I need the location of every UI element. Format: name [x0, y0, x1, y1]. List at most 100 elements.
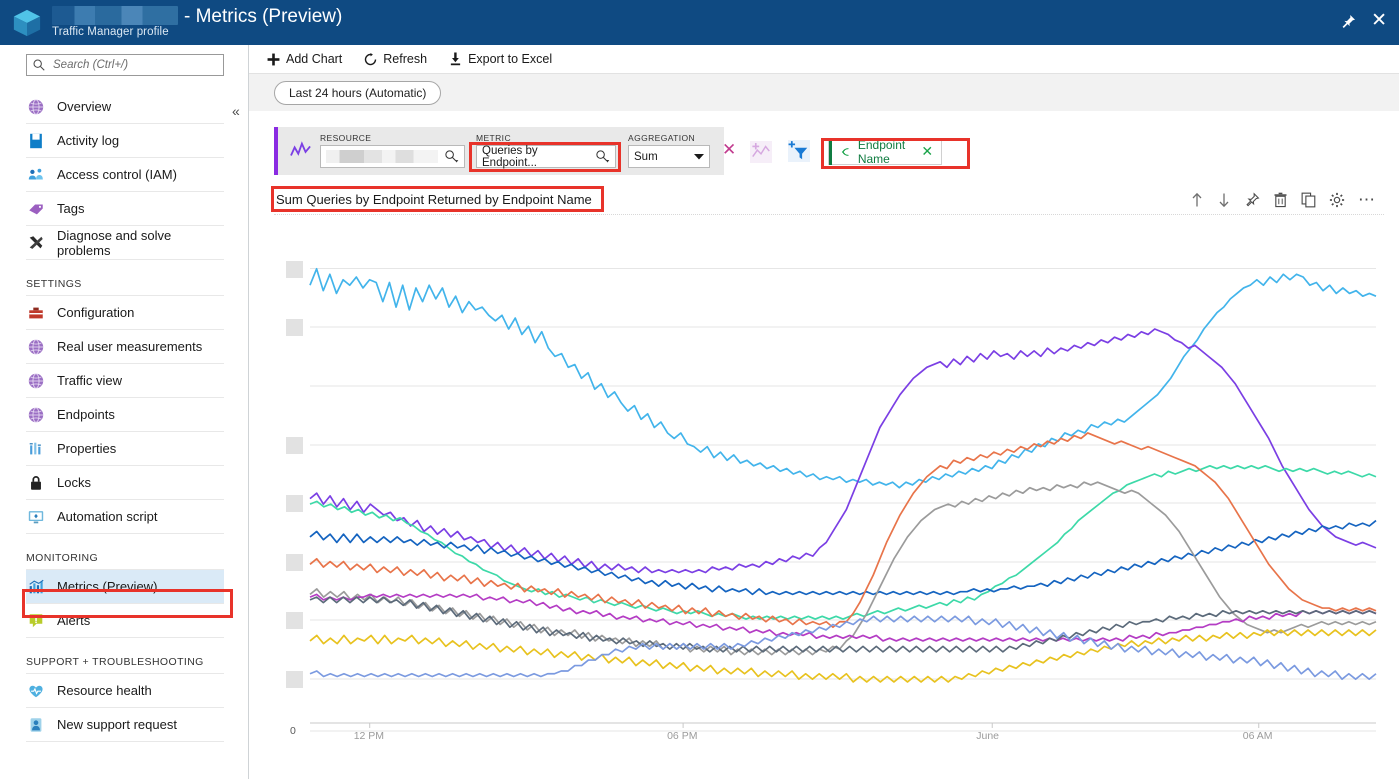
sidebar-item-new-support-request[interactable]: New support request	[26, 708, 224, 742]
sidebar-item-activity-log[interactable]: Activity log	[26, 124, 224, 158]
search-dropdown-icon	[595, 149, 610, 164]
resource-name-redacted	[52, 6, 178, 25]
heart-icon	[26, 681, 46, 701]
sidebar-item-label: Real user measurements	[57, 339, 202, 354]
lock-icon	[26, 473, 46, 493]
sidebar-item-overview[interactable]: Overview	[26, 90, 224, 124]
globe-icon	[26, 371, 46, 391]
metrics-chart-card: Sum Queries by Endpoint Returned by Endp…	[274, 185, 1384, 770]
aggregation-label: AGGREGATION	[628, 133, 710, 143]
x-axis-tick-label: June	[976, 730, 999, 742]
sidebar-item-endpoints[interactable]: Endpoints	[26, 398, 224, 432]
sidebar-item-locks[interactable]: Locks	[26, 466, 224, 500]
activity-log-icon	[26, 131, 46, 151]
chart-series-line	[310, 594, 1376, 641]
more-options-icon[interactable]: ⋯	[1358, 195, 1376, 205]
sidebar-item-access-control-iam[interactable]: Access control (IAM)	[26, 158, 224, 192]
chevron-down-icon	[694, 153, 704, 160]
sidebar-item-label: Overview	[57, 99, 111, 114]
blade-subtitle: Traffic Manager profile	[52, 26, 169, 38]
resource-value-redacted	[326, 150, 438, 163]
sidebar-item-resource-health[interactable]: Resource health	[26, 674, 224, 708]
sidebar-item-configuration[interactable]: Configuration	[26, 296, 224, 330]
metric-field: METRIC Queries by Endpoint...	[476, 133, 616, 168]
sidebar-item-label: Configuration	[57, 305, 134, 320]
sidebar-item-label: Metrics (Preview)	[57, 579, 157, 594]
move-down-icon[interactable]	[1217, 192, 1231, 208]
export-to-excel-button[interactable]: Export to Excel	[449, 52, 552, 66]
wrench-icon	[26, 233, 46, 253]
sidebar-item-automation-script[interactable]: Automation script	[26, 500, 224, 534]
sidebar-item-tags[interactable]: Tags	[26, 192, 224, 226]
azure-portal-blade: Traffic Manager profile - Metrics (Previ…	[0, 0, 1399, 779]
toolbox-icon	[26, 303, 46, 323]
x-axis-tick-label: 06 PM	[667, 730, 697, 742]
search-input[interactable]	[26, 54, 224, 76]
apply-splitting-icon	[840, 144, 851, 160]
sidebar-item-traffic-view[interactable]: Traffic view	[26, 364, 224, 398]
add-chart-button[interactable]: Add Chart	[267, 52, 342, 66]
clear-metric-button[interactable]: ✕	[722, 141, 736, 159]
chart-line-icon	[290, 141, 312, 161]
pin-icon[interactable]	[1244, 192, 1260, 208]
blade-sidebar: « OverviewActivity logAccess control (IA…	[0, 45, 249, 779]
resource-label: RESOURCE	[320, 133, 465, 143]
aggregation-value: Sum	[634, 151, 658, 163]
sidebar-item-label: Activity log	[57, 133, 119, 148]
sidebar-item-label: Properties	[57, 441, 116, 456]
split-chip-label: Endpoint Name	[858, 138, 913, 166]
chart-series-line	[310, 269, 1376, 488]
pin-icon[interactable]	[1339, 13, 1357, 31]
sidebar-item-real-user-measurements[interactable]: Real user measurements	[26, 330, 224, 364]
split-chip-remove-icon[interactable]: ✕	[921, 143, 933, 160]
sidebar-item-diagnose-and-solve-problems[interactable]: Diagnose and solve problems	[26, 226, 224, 260]
chart-plot-area: 0 12 PM06 PMJune06 AM	[274, 215, 1384, 770]
alert-icon	[26, 611, 46, 631]
sidebar-item-label: Endpoints	[57, 407, 115, 422]
metric-input[interactable]: Queries by Endpoint...	[476, 145, 616, 168]
chart-title: Sum Queries by Endpoint Returned by Endp…	[274, 192, 592, 207]
sidebar-item-label: Alerts	[57, 613, 90, 628]
blade-content: Add Chart Refresh Export to Excel La	[249, 45, 1399, 779]
sidebar-item-label: Traffic view	[57, 373, 122, 388]
sidebar-item-alerts[interactable]: Alerts	[26, 604, 224, 638]
delete-icon[interactable]	[1273, 192, 1288, 208]
sidebar-item-label: New support request	[57, 717, 177, 732]
time-range-picker[interactable]: Last 24 hours (Automatic)	[274, 81, 441, 105]
sidebar-item-label: Tags	[57, 201, 84, 216]
x-axis-tick-label: 06 AM	[1243, 730, 1273, 742]
close-icon[interactable]: ✕	[1371, 11, 1387, 31]
sidebar-item-properties[interactable]: Properties	[26, 432, 224, 466]
settings-gear-icon[interactable]	[1329, 192, 1345, 208]
chart-header: Sum Queries by Endpoint Returned by Endp…	[274, 185, 1384, 215]
blade-title: - Metrics (Preview)	[184, 6, 342, 28]
chart-series-line	[310, 482, 1376, 654]
blade-title-bar: Traffic Manager profile - Metrics (Previ…	[0, 0, 1399, 45]
refresh-label: Refresh	[383, 52, 427, 66]
resource-field: RESOURCE	[320, 133, 465, 168]
resource-input[interactable]	[320, 145, 465, 168]
filter-bar: Last 24 hours (Automatic)	[249, 73, 1399, 111]
metric-selector-panel: RESOURCE METRIC Queries by Endpoint...	[274, 127, 724, 175]
metrics-icon	[26, 577, 46, 597]
copy-icon[interactable]	[1301, 192, 1316, 208]
refresh-icon	[364, 53, 377, 66]
split-by-chip[interactable]: Endpoint Name ✕	[828, 138, 942, 165]
sidebar-item-label: Automation script	[57, 509, 157, 524]
command-bar: Add Chart Refresh Export to Excel	[249, 45, 1399, 73]
chart-series-line	[310, 433, 1376, 627]
add-filter-icon[interactable]	[788, 140, 810, 162]
chart-series-line	[310, 329, 1376, 573]
sidebar-item-metrics-preview[interactable]: Metrics (Preview)	[26, 570, 224, 604]
people-icon	[26, 165, 46, 185]
sidebar-item-label: Diagnose and solve problems	[57, 228, 224, 258]
split-chip-accent-bar	[829, 138, 832, 165]
x-axis-tick-label: 12 PM	[354, 730, 384, 742]
move-up-icon[interactable]	[1190, 192, 1204, 208]
add-metric-icon[interactable]	[750, 141, 772, 163]
globe-icon	[26, 97, 46, 117]
add-chart-label: Add Chart	[286, 52, 342, 66]
sidebar-group-settings: SETTINGS	[26, 260, 224, 296]
refresh-button[interactable]: Refresh	[364, 52, 427, 66]
aggregation-select[interactable]: Sum	[628, 145, 710, 168]
